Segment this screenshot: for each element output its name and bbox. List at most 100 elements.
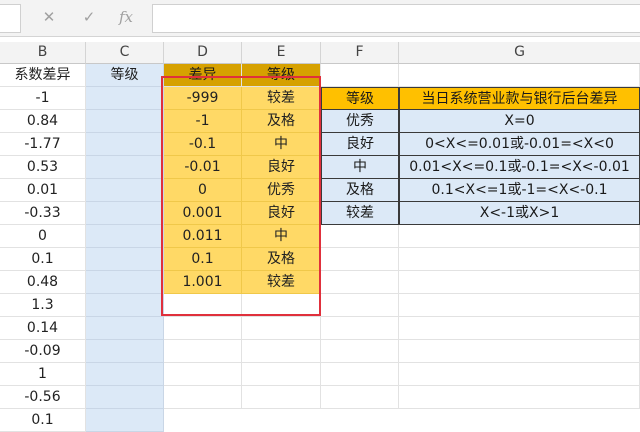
cell-c-grade[interactable] [86, 225, 164, 248]
cell-b[interactable]: 0.1 [0, 248, 86, 271]
name-box[interactable] [0, 4, 21, 33]
cell-f[interactable] [321, 363, 399, 386]
column-header-d[interactable]: D [164, 42, 242, 64]
cell-e-grade[interactable]: 优秀 [242, 179, 321, 202]
cell-b[interactable]: -0.33 [0, 202, 86, 225]
cell-f[interactable] [321, 225, 399, 248]
cell-g[interactable] [399, 271, 640, 294]
cell-g[interactable] [399, 386, 640, 409]
cell-g[interactable] [399, 294, 640, 317]
cell-b[interactable]: 0.1 [0, 409, 86, 432]
cell-d-header[interactable]: 差异 [164, 64, 242, 87]
cell-c-grade[interactable] [86, 179, 164, 202]
cell-g[interactable] [399, 363, 640, 386]
cell-c-grade[interactable] [86, 363, 164, 386]
formula-input[interactable] [152, 4, 640, 33]
cell-e[interactable] [242, 340, 321, 363]
cell-g-rule[interactable]: X=0 [399, 110, 640, 133]
cell-e-grade[interactable]: 中 [242, 225, 321, 248]
cell-b[interactable]: 系数差异 [0, 64, 86, 87]
cell-b[interactable]: -0.56 [0, 386, 86, 409]
cell-d[interactable] [164, 294, 242, 317]
cell-f[interactable] [321, 386, 399, 409]
cell-c-grade[interactable] [86, 409, 164, 432]
cell-b[interactable]: 0.48 [0, 271, 86, 294]
confirm-icon[interactable]: ✓ [77, 6, 101, 28]
cell-f-grade[interactable]: 及格 [321, 179, 399, 202]
cell-e[interactable] [242, 363, 321, 386]
cell-b[interactable]: 0.01 [0, 179, 86, 202]
cell-e-grade[interactable]: 较差 [242, 271, 321, 294]
cell-g-header[interactable]: 当日系统营业款与银行后台差异 [399, 87, 640, 110]
cell-f[interactable] [321, 271, 399, 294]
cell-d-diff[interactable]: 1.001 [164, 271, 242, 294]
cell-d-diff[interactable]: 0.1 [164, 248, 242, 271]
cell-g-rule[interactable]: 0<X<=0.01或-0.01=<X<0 [399, 133, 640, 156]
cell-d-diff[interactable]: -999 [164, 87, 242, 110]
cell-f-header[interactable]: 等级 [321, 87, 399, 110]
cell-e[interactable] [242, 317, 321, 340]
cell-e-grade[interactable]: 中 [242, 133, 321, 156]
cell-g[interactable] [399, 340, 640, 363]
cell-d[interactable] [164, 317, 242, 340]
cell-c-grade[interactable] [86, 133, 164, 156]
column-header-e[interactable]: E [242, 42, 321, 64]
cell-f[interactable] [321, 317, 399, 340]
cell-b[interactable]: -1.77 [0, 133, 86, 156]
cell-e-grade[interactable]: 及格 [242, 248, 321, 271]
column-header-g[interactable]: G [399, 42, 640, 64]
cell-g[interactable] [399, 64, 640, 87]
cell-e-grade[interactable]: 良好 [242, 156, 321, 179]
cell-d-diff[interactable]: 0 [164, 179, 242, 202]
cell-b[interactable]: 1 [0, 363, 86, 386]
cell-b[interactable]: -0.09 [0, 340, 86, 363]
cell-d-diff[interactable]: 0.011 [164, 225, 242, 248]
cell-d[interactable] [164, 363, 242, 386]
cell-c-grade[interactable] [86, 386, 164, 409]
cell-d-diff[interactable]: 0.001 [164, 202, 242, 225]
column-header-c[interactable]: C [86, 42, 164, 64]
cell-g-rule[interactable]: 0.1<X<=1或-1=<X<-0.1 [399, 179, 640, 202]
column-header-f[interactable]: F [321, 42, 399, 64]
cell-d-diff[interactable]: -0.01 [164, 156, 242, 179]
cell-g[interactable] [399, 225, 640, 248]
cell-c-grade[interactable] [86, 202, 164, 225]
spreadsheet-grid[interactable]: B C D E F G 系数差异 等级 差异 等级 -1 -999 较差 等级 当日系统营业款与… [0, 36, 640, 432]
cell-f-grade[interactable]: 优秀 [321, 110, 399, 133]
cell-c-grade[interactable] [86, 110, 164, 133]
cell-f[interactable] [321, 248, 399, 271]
cell-e-grade[interactable]: 良好 [242, 202, 321, 225]
cell-g[interactable] [399, 317, 640, 340]
cell-g-rule[interactable]: X<-1或X>1 [399, 202, 640, 225]
cell-b[interactable]: -1 [0, 87, 86, 110]
cell-d-diff[interactable]: -1 [164, 110, 242, 133]
cell-c-grade[interactable] [86, 271, 164, 294]
cell-f[interactable] [321, 64, 399, 87]
cell-e[interactable] [242, 294, 321, 317]
cell-c-header[interactable]: 等级 [86, 64, 164, 87]
cell-f[interactable] [321, 340, 399, 363]
cell-f[interactable] [321, 294, 399, 317]
cell-c-grade[interactable] [86, 87, 164, 110]
cell-b[interactable]: 0.14 [0, 317, 86, 340]
cell-b[interactable]: 0 [0, 225, 86, 248]
cell-c-grade[interactable] [86, 294, 164, 317]
cell-b[interactable]: 1.3 [0, 294, 86, 317]
cell-c-grade[interactable] [86, 156, 164, 179]
cell-d[interactable] [164, 340, 242, 363]
cancel-icon[interactable]: ✕ [37, 6, 61, 28]
cell-e-grade[interactable]: 较差 [242, 87, 321, 110]
cell-f-grade[interactable]: 中 [321, 156, 399, 179]
cell-g-rule[interactable]: 0.01<X<=0.1或-0.1=<X<-0.01 [399, 156, 640, 179]
cell-f-grade[interactable]: 较差 [321, 202, 399, 225]
cell-e[interactable] [242, 386, 321, 409]
cell-g[interactable] [399, 248, 640, 271]
cell-f-grade[interactable]: 良好 [321, 133, 399, 156]
cell-b[interactable]: 0.84 [0, 110, 86, 133]
cell-b[interactable]: 0.53 [0, 156, 86, 179]
column-header-b[interactable]: B [0, 42, 86, 64]
cell-c-grade[interactable] [86, 317, 164, 340]
function-icon[interactable]: fx [114, 6, 138, 28]
cell-e-grade[interactable]: 及格 [242, 110, 321, 133]
cell-c-grade[interactable] [86, 248, 164, 271]
